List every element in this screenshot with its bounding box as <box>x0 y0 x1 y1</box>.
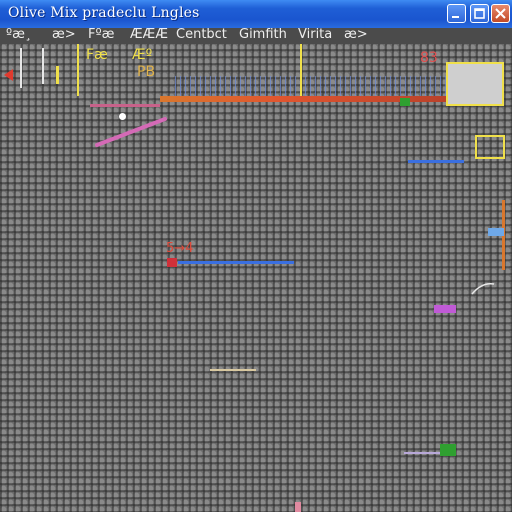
left-vertical-marker <box>56 66 59 84</box>
green-node[interactable] <box>440 444 456 456</box>
canvas-label-pb: PB <box>137 64 156 80</box>
red-node[interactable] <box>167 258 177 267</box>
canvas-label-fb: Fæ <box>86 47 108 63</box>
app-window: Olive Mix pradeclu Lngles ºæ¸ æ> Fºæ ÆÆÆ… <box>0 0 512 512</box>
menu-item-contact[interactable]: Centbct <box>176 27 227 42</box>
pale-line <box>404 452 440 454</box>
menu-item-gimfith[interactable]: Gimfith <box>239 27 287 42</box>
pink-stroke[interactable] <box>95 113 167 149</box>
back-arrow-icon[interactable] <box>2 68 16 82</box>
magenta-chip <box>434 305 456 313</box>
left-tool-strip-2 <box>42 48 44 84</box>
bottom-pink-marker <box>295 502 301 512</box>
maximize-button[interactable] <box>470 4 489 23</box>
maximize-icon <box>474 8 485 19</box>
curve-mark <box>471 282 495 295</box>
canvas-label-corner: 83 <box>420 50 438 66</box>
canvas-label-fib: Æº <box>132 47 153 63</box>
guide-line-vertical <box>77 44 79 96</box>
white-dot <box>119 113 126 120</box>
menu-bar: ºæ¸ æ> Fºæ ÆÆÆ Centbct Gimfith Virita æ> <box>0 27 512 44</box>
close-button[interactable] <box>491 4 510 23</box>
canvas-label-num: 5→4 <box>166 241 194 256</box>
tick-row <box>175 76 475 96</box>
blue-line[interactable] <box>178 261 294 264</box>
selection-box[interactable] <box>475 135 505 159</box>
close-icon <box>495 8 506 19</box>
minimize-icon <box>452 16 459 18</box>
menu-item-4[interactable]: ÆÆÆ <box>130 27 168 42</box>
left-tool-strip <box>20 48 22 88</box>
title-bar[interactable]: Olive Mix pradeclu Lngles <box>0 0 512 29</box>
minimize-button[interactable] <box>447 4 466 23</box>
blue-chip <box>488 228 504 236</box>
preview-thumbnail[interactable] <box>446 62 504 106</box>
menu-item-virita[interactable]: Virita <box>298 27 332 42</box>
menu-item-8[interactable]: æ> <box>344 27 368 42</box>
green-marker <box>400 98 410 106</box>
thin-line <box>210 369 256 371</box>
drawing-canvas[interactable] <box>0 44 512 512</box>
menu-item-file[interactable]: Fºæ <box>88 27 114 42</box>
timeline-ruler[interactable] <box>160 96 460 102</box>
guide-line-vertical-2 <box>300 44 302 100</box>
blue-dash-line <box>408 160 464 163</box>
menu-item-1[interactable]: ºæ¸ <box>6 27 31 42</box>
pink-dash <box>90 104 160 107</box>
menu-item-2[interactable]: æ> <box>52 27 76 42</box>
window-title: Olive Mix pradeclu Lngles <box>8 5 200 21</box>
